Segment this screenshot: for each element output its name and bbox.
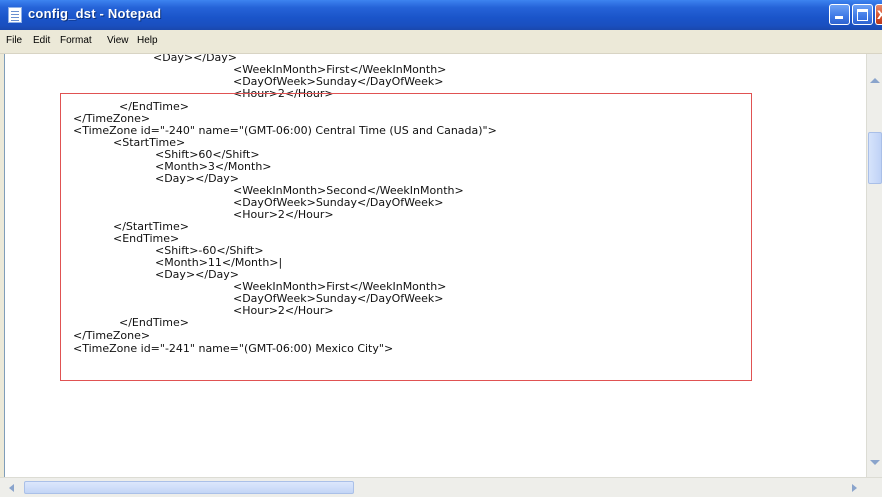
close-button[interactable]: x bbox=[875, 4, 882, 25]
horizontal-scroll-thumb[interactable] bbox=[24, 481, 354, 494]
menu-format[interactable]: Format bbox=[60, 35, 92, 46]
notepad-window: config_dst - Notepad x File Edit Format … bbox=[0, 0, 882, 497]
notepad-icon bbox=[8, 7, 22, 23]
text-line: <Day></Day> bbox=[155, 172, 240, 185]
text-line: <Hour>2</Hour> bbox=[233, 304, 334, 317]
scroll-down-icon[interactable] bbox=[867, 454, 882, 472]
text-line: <Hour>2</Hour> bbox=[233, 208, 334, 221]
window-title: config_dst - Notepad bbox=[28, 6, 162, 21]
menu-bar: File Edit Format View Help bbox=[0, 30, 882, 54]
scroll-right-icon[interactable] bbox=[846, 480, 862, 496]
close-icon: x bbox=[877, 6, 882, 23]
menu-view[interactable]: View bbox=[107, 35, 129, 46]
minimize-button[interactable] bbox=[829, 4, 850, 25]
text-line: <Day></Day> bbox=[155, 268, 240, 281]
text-line: </EndTime> bbox=[119, 316, 189, 329]
text-line: <Day></Day> bbox=[153, 54, 238, 64]
scroll-up-icon[interactable] bbox=[867, 72, 882, 90]
horizontal-scrollbar[interactable] bbox=[0, 477, 882, 497]
menu-file[interactable]: File bbox=[6, 35, 22, 46]
vertical-scroll-thumb[interactable] bbox=[868, 132, 882, 184]
text-line: <Hour>2</Hour> bbox=[233, 87, 334, 100]
vertical-scrollbar[interactable] bbox=[866, 54, 882, 477]
maximize-button[interactable] bbox=[852, 4, 873, 25]
text-line: <TimeZone id="-241" name="(GMT-06:00) Me… bbox=[73, 342, 394, 355]
menu-edit[interactable]: Edit bbox=[33, 35, 50, 46]
title-bar[interactable]: config_dst - Notepad x bbox=[0, 0, 882, 30]
text-line: </TimeZone> bbox=[73, 329, 151, 342]
text-editor-area[interactable]: <Day></Day> <WeekInMonth>First</WeekInMo… bbox=[4, 54, 866, 477]
scroll-left-icon[interactable] bbox=[4, 480, 20, 496]
menu-help[interactable]: Help bbox=[137, 35, 158, 46]
